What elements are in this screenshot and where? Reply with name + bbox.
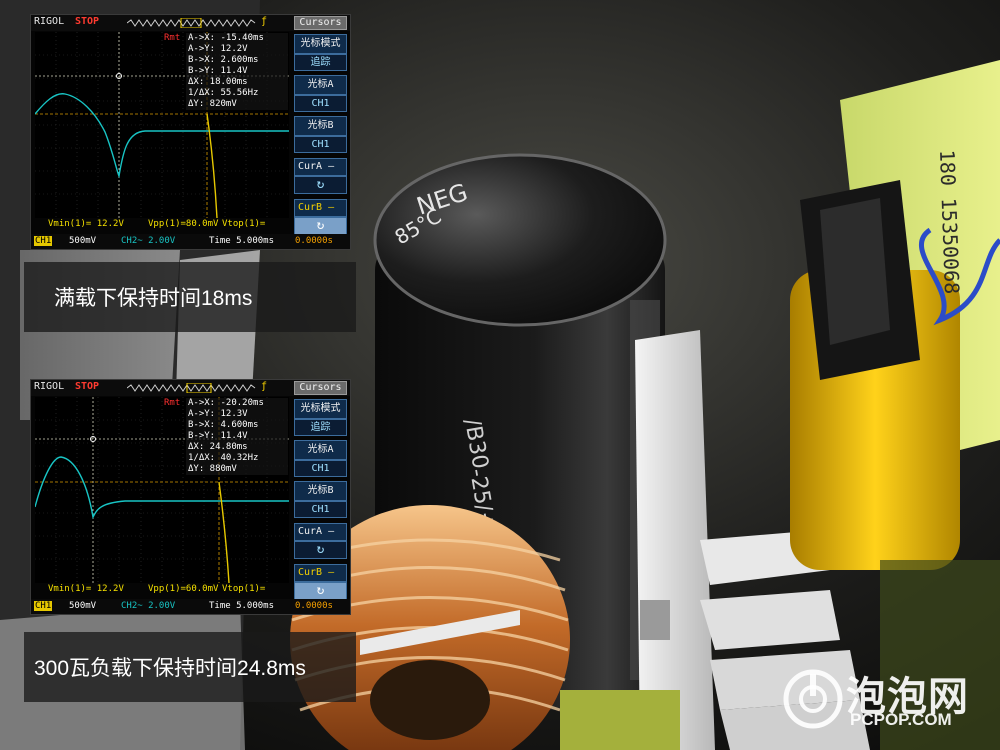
- cursor-readout: A->X: -20.20ms A->Y: 12.3V B->X: 4.600ms…: [186, 398, 288, 475]
- menu-cur-b-knob-icon[interactable]: ↻: [294, 217, 347, 235]
- menu-cursor-mode-value[interactable]: 追踪: [294, 54, 347, 71]
- menu-cursor-mode-label[interactable]: 光标模式: [294, 399, 347, 419]
- pcpop-logo-icon: [783, 669, 843, 729]
- measure-vmin: Vmin(1)= 12.2V: [48, 584, 124, 594]
- oscilloscope-full-load: RIGOL STOP ƒ Rmt A->X: -15.40ms A->Y: 12…: [30, 14, 351, 250]
- menu-cursor-b-value[interactable]: CH1: [294, 501, 347, 518]
- cursor-menu: Cursors 光标模式 追踪 光标A CH1 光标B CH1 CurA — ↻…: [292, 380, 349, 614]
- menu-cursor-a-label[interactable]: 光标A: [294, 440, 347, 460]
- menu-cur-b-knob-icon[interactable]: ↻: [294, 582, 347, 600]
- scope-run-state: STOP: [75, 16, 100, 27]
- trigger-offset: 0.0000s: [295, 236, 333, 246]
- svg-text:180 15350068: 180 15350068: [935, 149, 964, 294]
- channel-bar: CH1 500mV CH2~ 2.00V Time 5.000ms 0.0000…: [31, 234, 350, 249]
- ch2-label: CH2~ 2.00V: [121, 236, 176, 246]
- channel-bar: CH1 500mV CH2~ 2.00V Time 5.000ms 0.0000…: [31, 599, 350, 614]
- readout-line: ΔY: 880mV: [188, 464, 237, 474]
- trigger-icon: ƒ: [261, 381, 268, 392]
- menu-cur-a-label[interactable]: CurA —: [294, 158, 347, 176]
- oscilloscope-300w-load: RIGOL STOP ƒ Rmt A->X: -20.20ms A->Y: 12…: [30, 379, 351, 615]
- menu-title: Cursors: [294, 381, 347, 395]
- remote-indicator: Rmt: [164, 398, 181, 408]
- cursor-readout: A->X: -15.40ms A->Y: 12.2V B->X: 2.600ms…: [186, 33, 288, 110]
- timebase: Time 5.000ms: [209, 601, 275, 611]
- ch1-label: CH1: [34, 601, 53, 611]
- readout-line: A->X: -20.20ms: [188, 398, 264, 408]
- menu-cur-b-label[interactable]: CurB —: [294, 199, 347, 217]
- timebase: Time 5.000ms: [209, 236, 275, 246]
- readout-line: B->X: 4.600ms: [188, 420, 259, 430]
- measure-vtop: Vtop(1)=: [222, 584, 266, 594]
- menu-cursor-a-label[interactable]: 光标A: [294, 75, 347, 95]
- ch2-label: CH2~ 2.00V: [121, 601, 176, 611]
- caption-300w-load: 300瓦负载下保持时间24.8ms: [24, 632, 356, 702]
- measure-bar: Vmin(1)= 12.2V Vpp(1)=80.0mV Vtop(1)=: [34, 219, 290, 231]
- readout-line: B->Y: 11.4V: [188, 66, 248, 76]
- readout-line: ΔY: 820mV: [188, 99, 237, 109]
- menu-cursor-b-label[interactable]: 光标B: [294, 116, 347, 136]
- trigger-offset: 0.0000s: [295, 601, 333, 611]
- menu-cursor-a-value[interactable]: CH1: [294, 460, 347, 477]
- memory-bar: [127, 18, 256, 28]
- menu-cursor-mode-value[interactable]: 追踪: [294, 419, 347, 436]
- menu-cur-a-knob-icon[interactable]: ↻: [294, 541, 347, 559]
- menu-cursor-b-value[interactable]: CH1: [294, 136, 347, 153]
- trigger-icon: ƒ: [261, 16, 268, 27]
- readout-line: B->X: 2.600ms: [188, 55, 259, 65]
- readout-line: A->Y: 12.2V: [188, 44, 248, 54]
- watermark-en: PCPOP.COM: [850, 710, 952, 729]
- memory-bar: [127, 383, 256, 393]
- readout-line: 1/ΔX: 40.32Hz: [188, 453, 259, 463]
- readout-line: B->Y: 11.4V: [188, 431, 248, 441]
- ch1-label: CH1: [34, 236, 53, 246]
- readout-line: A->Y: 12.3V: [188, 409, 248, 419]
- measure-vtop: Vtop(1)=: [222, 219, 266, 229]
- menu-cursor-a-value[interactable]: CH1: [294, 95, 347, 112]
- menu-cur-a-knob-icon[interactable]: ↻: [294, 176, 347, 194]
- menu-cur-b-label[interactable]: CurB —: [294, 564, 347, 582]
- readout-line: 1/ΔX: 55.56Hz: [188, 88, 259, 98]
- menu-title: Cursors: [294, 16, 347, 30]
- measure-vpp: Vpp(1)=80.0mV: [148, 219, 219, 229]
- menu-cur-a-label[interactable]: CurA —: [294, 523, 347, 541]
- ch1-scale: 500mV: [69, 236, 97, 246]
- measure-vmin: Vmin(1)= 12.2V: [48, 219, 124, 229]
- readout-line: A->X: -15.40ms: [188, 33, 264, 43]
- menu-cursor-mode-label[interactable]: 光标模式: [294, 34, 347, 54]
- measure-vpp: Vpp(1)=60.0mV: [148, 584, 219, 594]
- readout-line: ΔX: 24.80ms: [188, 442, 248, 452]
- scope-brand: RIGOL: [34, 16, 65, 27]
- readout-line: ΔX: 18.00ms: [188, 77, 248, 87]
- measure-bar: Vmin(1)= 12.2V Vpp(1)=60.0mV Vtop(1)=: [34, 584, 290, 596]
- scope-brand: RIGOL: [34, 381, 65, 392]
- scope-run-state: STOP: [75, 381, 100, 392]
- remote-indicator: Rmt: [164, 33, 181, 43]
- menu-cursor-b-label[interactable]: 光标B: [294, 481, 347, 501]
- caption-full-load: 满载下保持时间18ms: [24, 262, 356, 332]
- ch1-scale: 500mV: [69, 601, 97, 611]
- cursor-menu: Cursors 光标模式 追踪 光标A CH1 光标B CH1 CurA — ↻…: [292, 15, 349, 249]
